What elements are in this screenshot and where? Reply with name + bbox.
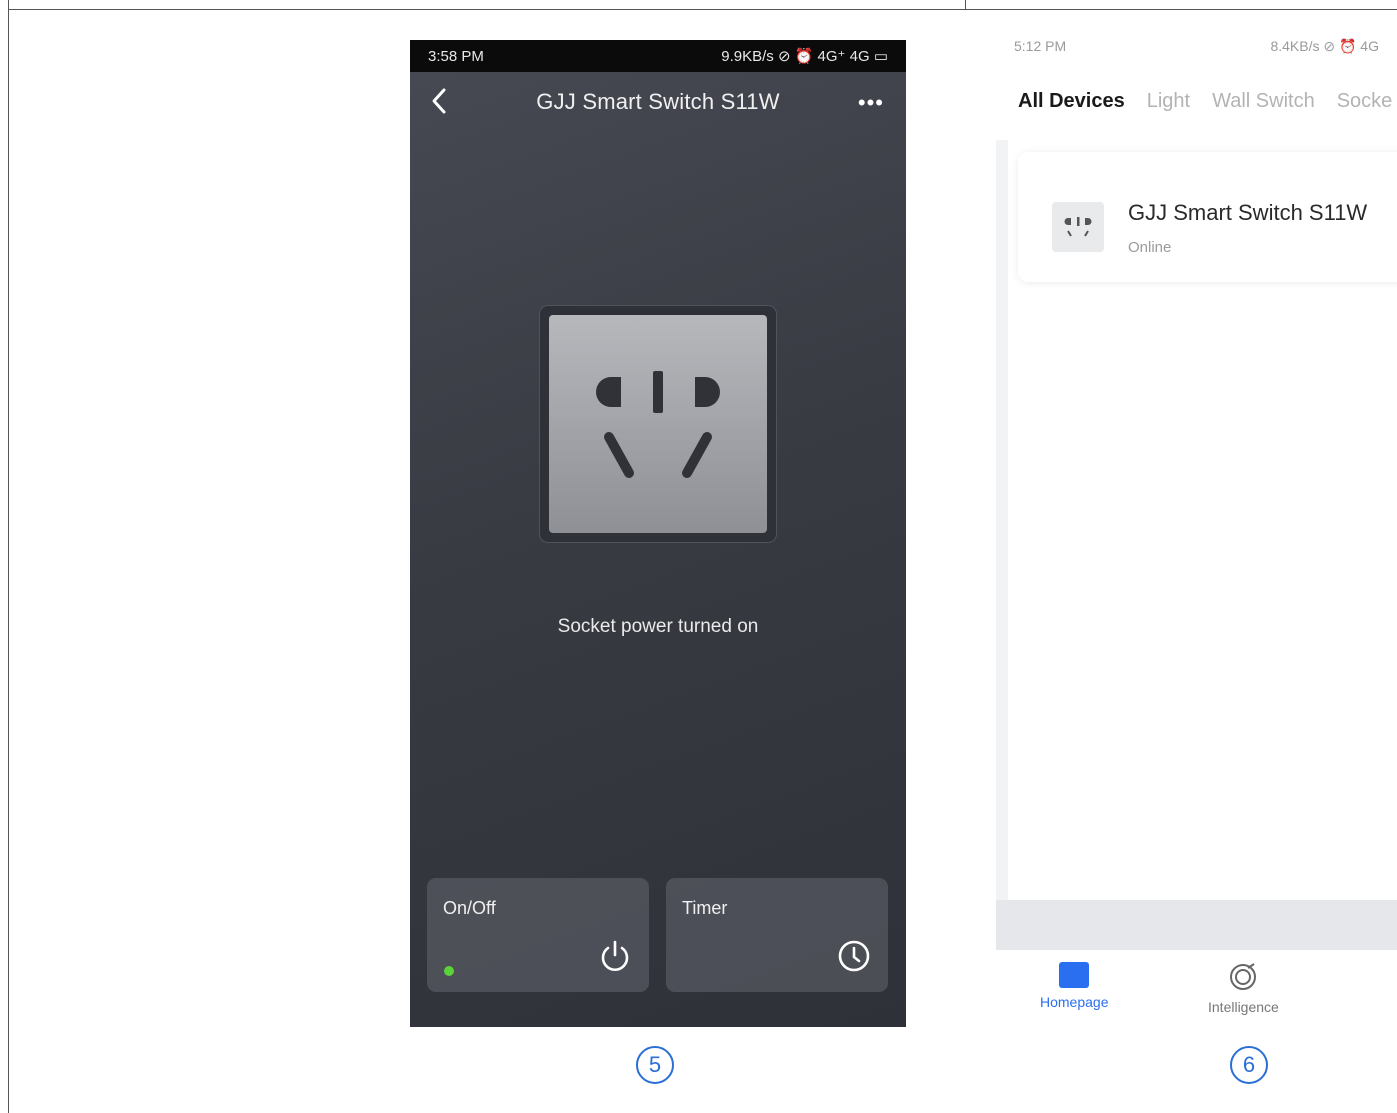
nav-homepage-label: Homepage: [1040, 994, 1109, 1010]
timer-card[interactable]: Timer: [666, 878, 888, 992]
nav-homepage[interactable]: Homepage: [1040, 962, 1109, 1010]
category-tabs: All Devices Light Wall Switch Socke: [996, 62, 1397, 140]
timer-label: Timer: [682, 898, 728, 918]
device-card[interactable]: GJJ Smart Switch S11W Online: [1018, 152, 1397, 282]
onoff-card[interactable]: On/Off: [427, 878, 649, 992]
power-status-text: Socket power turned on: [557, 616, 759, 637]
tab-all-devices[interactable]: All Devices: [1018, 90, 1125, 113]
power-indicator-dot: [444, 966, 454, 976]
onoff-label: On/Off: [443, 898, 496, 918]
socket-face: [549, 315, 767, 533]
status-bar: 3:58 PM 9.9KB/s ⊘ ⏰ 4G⁺ 4G ▭: [410, 40, 906, 72]
bottom-navigation: Homepage Intelligence: [996, 950, 1397, 1030]
intelligence-icon: [1230, 963, 1257, 990]
socket-button[interactable]: [540, 306, 776, 542]
status-indicators: 9.9KB/s ⊘ ⏰ 4G⁺ 4G ▭: [721, 48, 888, 65]
socket-outlet-icon: [1064, 217, 1092, 237]
nav-bar: GJJ Smart Switch S11W •••: [410, 72, 906, 132]
tab-light[interactable]: Light: [1147, 90, 1190, 113]
device-control-screen: 3:58 PM 9.9KB/s ⊘ ⏰ 4G⁺ 4G ▭ GJJ Smart S…: [410, 40, 906, 1027]
status-time: 5:12 PM: [1014, 38, 1067, 54]
homepage-icon: [1059, 962, 1090, 988]
page-title: GJJ Smart Switch S11W: [536, 89, 780, 114]
nav-intelligence[interactable]: Intelligence: [1208, 962, 1279, 1015]
device-thumbnail: [1052, 202, 1104, 252]
status-bar: 5:12 PM 8.4KB/s ⊘ ⏰ 4G: [996, 30, 1397, 62]
list-footer-spacer: [996, 900, 1397, 950]
status-time: 3:58 PM: [428, 47, 484, 65]
status-indicators: 8.4KB/s ⊘ ⏰ 4G: [1270, 37, 1379, 54]
nav-intelligence-label: Intelligence: [1208, 999, 1279, 1015]
clock-icon: [838, 940, 870, 972]
device-name: GJJ Smart Switch S11W: [1128, 200, 1368, 225]
step-marker-5: 5: [636, 1046, 674, 1084]
tab-socket[interactable]: Socke: [1337, 90, 1393, 113]
frame-top-border: [8, 9, 1397, 10]
tab-wall-switch[interactable]: Wall Switch: [1212, 90, 1315, 113]
back-arrow-icon[interactable]: [426, 86, 452, 116]
power-icon: [601, 940, 629, 971]
device-list: GJJ Smart Switch S11W Online: [1008, 140, 1397, 900]
more-options-icon[interactable]: •••: [858, 90, 884, 116]
frame-divider: [965, 0, 966, 10]
step-marker-6: 6: [1230, 1046, 1268, 1084]
frame-left-border: [8, 0, 9, 1113]
device-list-screen: 5:12 PM 8.4KB/s ⊘ ⏰ 4G All Devices Light…: [996, 30, 1397, 1030]
device-status: Online: [1128, 239, 1172, 256]
socket-outlet-icon: [596, 371, 720, 478]
